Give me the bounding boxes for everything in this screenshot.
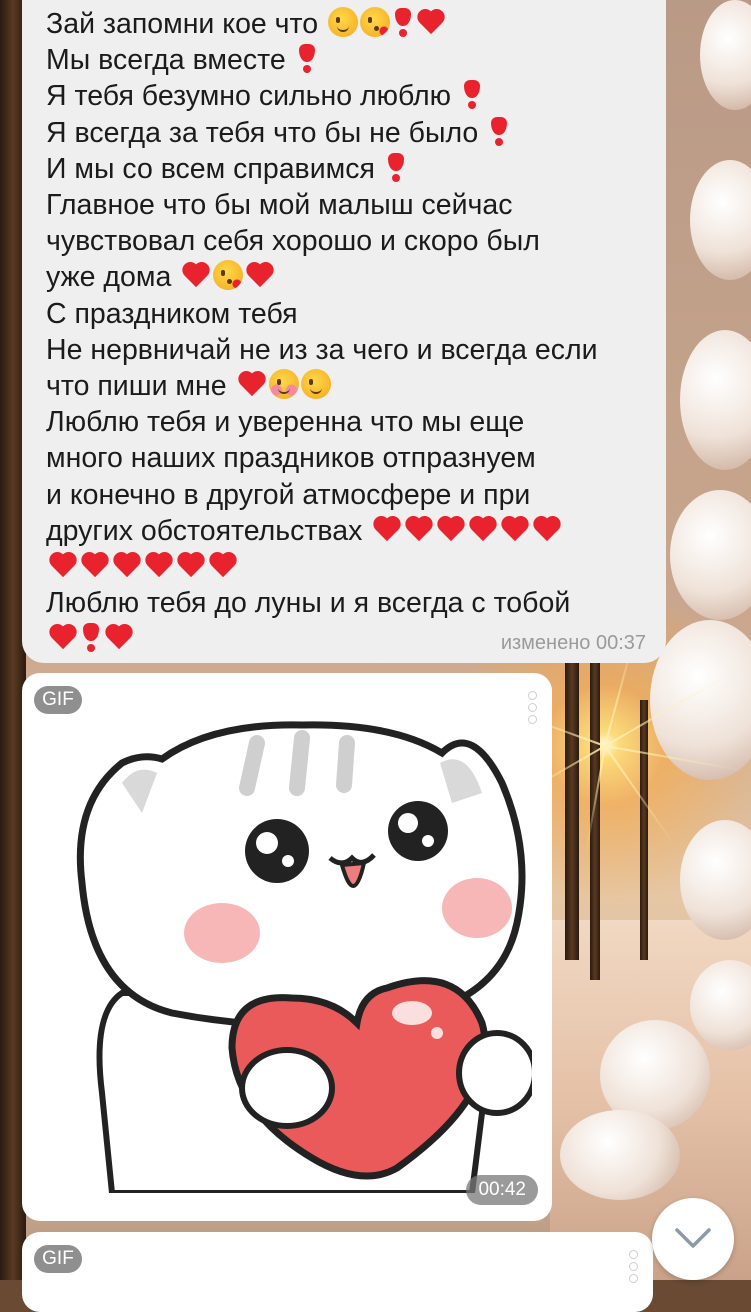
message-line: и конечно в другой атмосфере и при: [46, 477, 646, 513]
heart-emoji-icon: [404, 514, 434, 544]
message-bubble-text[interactable]: Зай запомни кое что Мы всегда вместе Я т…: [22, 0, 666, 663]
message-line-text: Главное что бы мой малыш сейчас: [46, 189, 513, 222]
message-line-text: уже дома: [46, 261, 172, 294]
heart-emoji-icon: [500, 514, 530, 544]
face-kiss-emoji-icon: [360, 7, 391, 37]
heart-emoji-icon: [80, 550, 110, 580]
heart-emoji-icon: [181, 260, 211, 290]
heart-emoji-icon: [372, 514, 402, 544]
heart-emoji-icon: [245, 260, 275, 290]
heart-emoji-icon: [416, 7, 446, 37]
message-line: Люблю тебя и уверенна что мы еще: [46, 404, 646, 440]
exclamation-emoji-icon: [392, 7, 414, 37]
face-wink-emoji-icon: [300, 369, 331, 400]
heart-emoji-icon: [468, 514, 498, 544]
message-line-text: много наших праздников отпразнуем: [46, 442, 536, 475]
exclamation-emoji-icon: [488, 116, 510, 146]
gif-time: 00:42: [466, 1175, 538, 1205]
message-line: других обстоятельствах: [46, 513, 646, 549]
heart-emoji-icon: [176, 550, 206, 580]
heart-emoji-icon: [48, 622, 78, 652]
message-line: И мы со всем справимся: [46, 151, 646, 187]
message-line-text: Мы всегда вместе: [46, 44, 286, 77]
heart-emoji-icon: [436, 514, 466, 544]
message-line: С праздником тебя: [46, 296, 646, 332]
heart-emoji-icon: [112, 550, 142, 580]
exclamation-emoji-icon: [80, 622, 102, 653]
message-line-text: Не нервничай не из за чего и всегда если: [46, 333, 598, 366]
message-line: много наших праздников отпразнуем: [46, 440, 646, 476]
message-menu-icon[interactable]: [629, 1250, 639, 1286]
heart-emoji-icon: [48, 550, 78, 580]
wallpaper-tree-trunk: [565, 660, 579, 960]
face-blush-emoji-icon: [268, 369, 299, 400]
message-line: Я тебя безумно сильно люблю: [46, 78, 646, 114]
message-line: Не нервничай не из за чего и всегда если: [46, 332, 646, 368]
message-line-text: Я тебя безумно сильно люблю: [46, 80, 452, 113]
message-edited-time: изменено 00:37: [500, 632, 646, 654]
face-wink-emoji-icon: [328, 7, 359, 37]
exclamation-emoji-icon: [385, 152, 407, 182]
cat-holding-heart-sticker[interactable]: [62, 693, 532, 1193]
message-bubble-gif[interactable]: GIF: [22, 1232, 653, 1312]
message-line-text: Люблю тебя до луны и я всегда с тобой: [46, 587, 571, 620]
message-bubble-gif[interactable]: GIF 00:42: [22, 673, 552, 1221]
message-line-text: других обстоятельствах: [46, 514, 363, 547]
face-kiss-emoji-icon: [213, 260, 244, 291]
exclamation-emoji-icon: [461, 79, 483, 110]
message-line-text: и конечно в другой атмосфере и при: [46, 478, 531, 511]
chevron-down-icon: [675, 1228, 711, 1248]
message-line-text: чувствовал себя хорошо и скоро был: [46, 225, 540, 258]
scroll-to-bottom-button[interactable]: [652, 1198, 734, 1280]
wallpaper-snow-clump: [680, 330, 751, 470]
message-line-text: Люблю тебя и уверенна что мы еще: [46, 406, 525, 439]
message-line-text: что пиши мне: [46, 370, 227, 403]
message-line: Люблю тебя до луны и я всегда с тобой: [46, 585, 646, 621]
message-line-text: И мы со всем справимся: [46, 152, 375, 185]
wallpaper-tree-trunk: [640, 700, 648, 960]
gif-badge: GIF: [34, 1245, 82, 1273]
wallpaper-snow-clump: [690, 160, 751, 280]
message-line: чувствовал себя хорошо и скоро был: [46, 223, 646, 259]
message-line-text: С праздником тебя: [46, 297, 298, 330]
message-line: [46, 549, 646, 585]
heart-emoji-icon: [144, 550, 174, 580]
message-line: что пиши мне: [46, 368, 646, 404]
wallpaper-snow-clump: [700, 0, 751, 110]
exclamation-emoji-icon: [296, 43, 318, 74]
wallpaper-snow-clump: [560, 1110, 680, 1200]
wallpaper-snow-clump: [670, 490, 751, 620]
message-line: уже дома: [46, 259, 646, 295]
message-line: Мы всегда вместе: [46, 42, 646, 78]
message-line: Зай запомни кое что: [46, 6, 646, 42]
heart-emoji-icon: [532, 514, 562, 544]
message-body: Зай запомни кое что Мы всегда вместе Я т…: [46, 6, 646, 658]
message-line: Я всегда за тебя что бы не было: [46, 115, 646, 151]
message-line-text: Зай запомни кое что: [46, 8, 319, 40]
message-line: Главное что бы мой малыш сейчас: [46, 187, 646, 223]
heart-emoji-icon: [208, 550, 238, 580]
heart-emoji-icon: [237, 369, 267, 399]
message-line-text: Я всегда за тебя что бы не было: [46, 116, 479, 149]
heart-emoji-icon: [104, 622, 134, 652]
